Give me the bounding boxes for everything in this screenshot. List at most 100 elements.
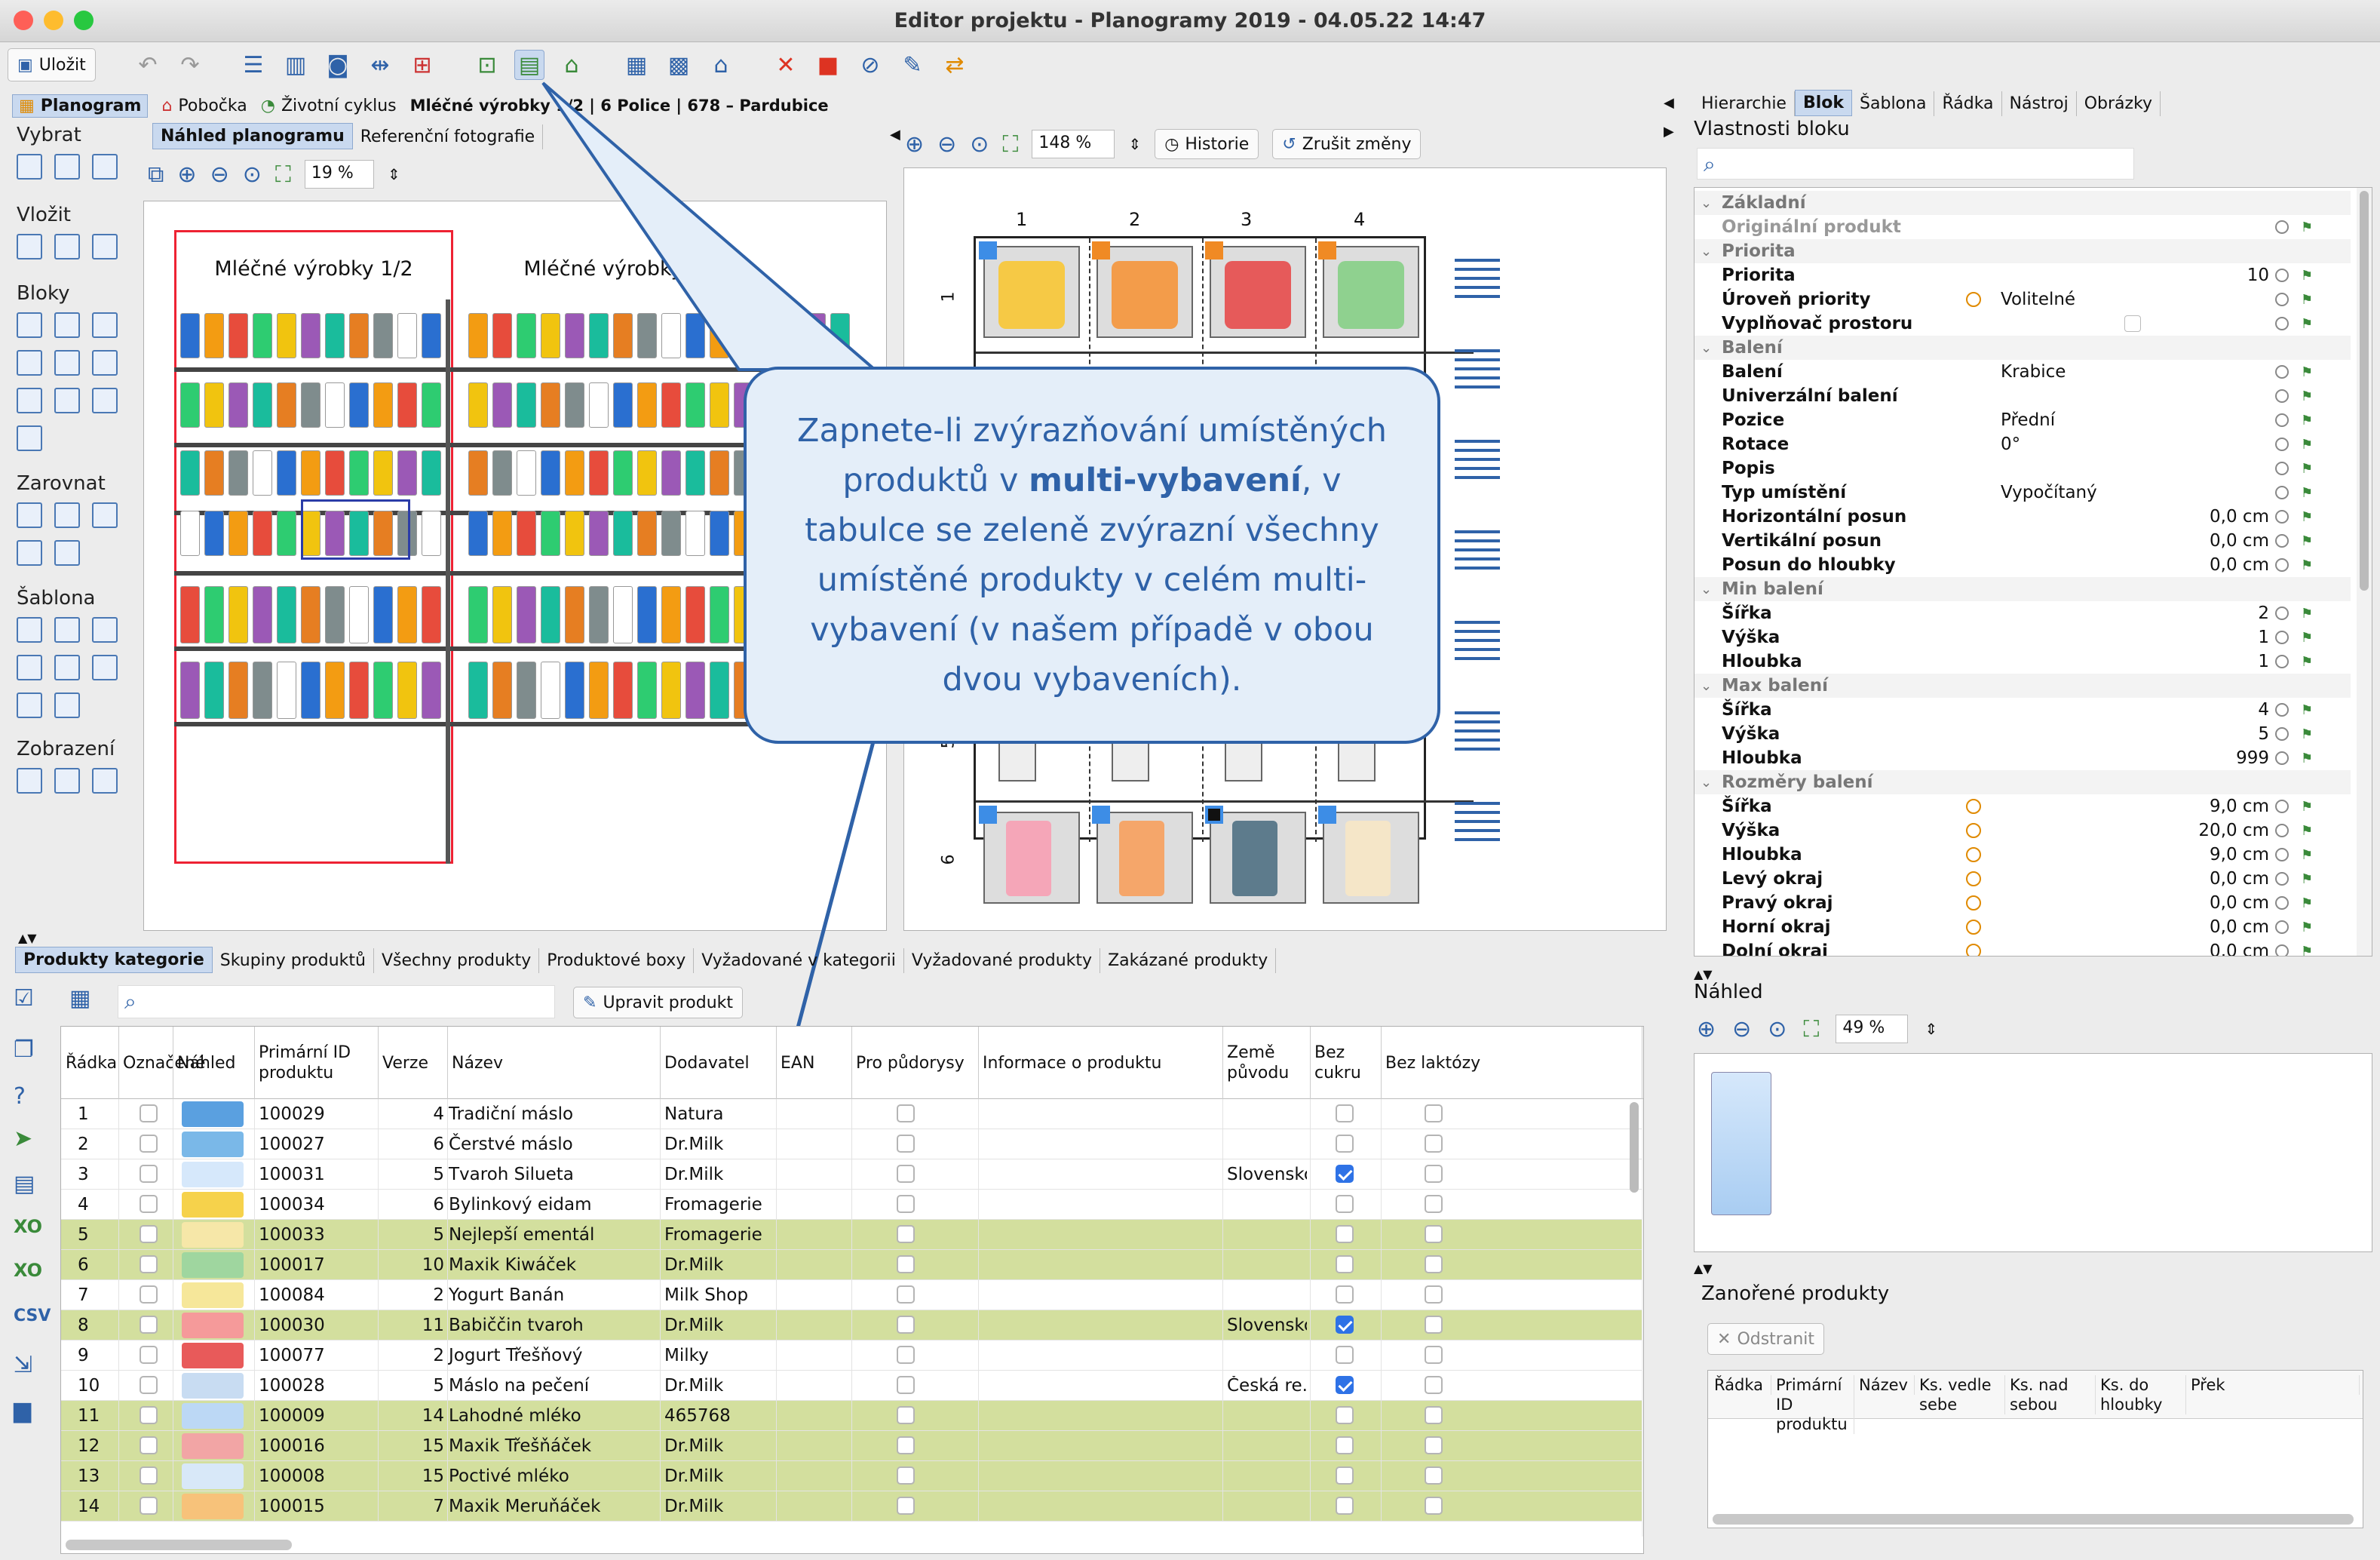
copy-icon[interactable]: ❐ — [14, 1036, 34, 1063]
reset-icon[interactable] — [2275, 848, 2289, 861]
marked-checkbox[interactable] — [140, 1225, 158, 1243]
reset-icon[interactable] — [2275, 824, 2289, 837]
zoom-in-icon[interactable]: ⊕ — [177, 161, 196, 188]
preview-panel-zoom[interactable]: 49 % — [1836, 1015, 1909, 1043]
preview-zoom-field[interactable]: 19 % — [304, 160, 374, 189]
nested-scrollbar[interactable] — [1713, 1514, 2354, 1525]
block-fit-icon[interactable] — [92, 350, 118, 376]
pin-icon[interactable]: ⚑ — [2301, 316, 2313, 332]
prop-value[interactable]: 0,0 cm — [2210, 531, 2269, 551]
table-row[interactable]: 3 100031 5 Tvaroh Silueta Dr.Milk Slovensko — [61, 1159, 1642, 1190]
distribute-v-icon[interactable] — [54, 540, 80, 566]
reset-icon[interactable] — [2275, 293, 2289, 306]
prop-value[interactable]: 0,0 cm — [2210, 917, 2269, 937]
zoom-reset-icon[interactable]: ⛶ — [275, 161, 291, 188]
multi-highlight-icon[interactable]: ▤ — [514, 50, 544, 80]
prop-value[interactable]: 0,0 cm — [2210, 507, 2269, 527]
sugar-free-checkbox[interactable] — [1336, 1135, 1354, 1153]
marked-checkbox[interactable] — [140, 1466, 158, 1485]
preview-zoom-out-icon[interactable]: ⊖ — [1732, 1016, 1751, 1043]
pin-icon[interactable]: ⚑ — [2301, 871, 2313, 887]
floorplan-checkbox[interactable] — [897, 1316, 915, 1334]
floorplan-checkbox[interactable] — [897, 1285, 915, 1304]
pin-icon[interactable]: ⚑ — [2301, 702, 2313, 718]
building-icon[interactable]: ⌂ — [706, 50, 736, 80]
pin-icon[interactable]: ⚑ — [2301, 895, 2313, 911]
prop-checkbox[interactable] — [2124, 315, 2141, 332]
tab-planogram-preview[interactable]: Náhled planogramu — [152, 123, 353, 149]
template-e-icon[interactable] — [54, 655, 80, 680]
pin-icon[interactable]: ⚑ — [2301, 413, 2313, 428]
cancel-changes-button[interactable]: ↺ Zrušit změny — [1272, 129, 1422, 159]
table-row[interactable]: 10 100028 5Máslo na pečení Dr.Milk Česká re.… — [61, 1371, 1642, 1401]
prop-value[interactable]: Volitelné — [2001, 290, 2075, 309]
reset-icon[interactable] — [2275, 365, 2289, 379]
zoom-fit-icon[interactable]: ⊙ — [243, 161, 262, 188]
reset-icon[interactable] — [2275, 389, 2289, 403]
reset-icon[interactable] — [2275, 606, 2289, 620]
reset-icon[interactable] — [2275, 896, 2289, 910]
prop-value[interactable]: 0° — [2001, 435, 2020, 454]
pin-icon[interactable]: ⚑ — [2301, 268, 2313, 284]
history-button[interactable]: ◷ Historie — [1155, 129, 1259, 159]
col-header-5[interactable]: Název — [452, 1033, 657, 1093]
reset-icon[interactable] — [2275, 510, 2289, 524]
props-search-input[interactable]: ⌕ — [1697, 148, 2134, 180]
group-collapse-icon[interactable]: ⌄ — [1701, 195, 1712, 211]
col-header-6[interactable]: Dodavatel — [664, 1033, 773, 1093]
tab-products-6[interactable]: Zakázané produkty — [1100, 948, 1277, 973]
pin-icon[interactable]: ⚑ — [2301, 461, 2313, 477]
lactose-free-checkbox[interactable] — [1425, 1104, 1443, 1122]
col-header-3[interactable]: Primární ID produktu — [259, 1033, 375, 1093]
csv-icon[interactable]: CSV — [14, 1307, 51, 1325]
tab-lifecycle[interactable]: ◔ Životní cyklus — [261, 97, 397, 115]
list-icon[interactable]: ▤ — [14, 1171, 35, 1197]
prop-value[interactable]: 5 — [2258, 724, 2269, 744]
marked-checkbox[interactable] — [140, 1346, 158, 1364]
block-move-icon[interactable] — [17, 388, 42, 413]
display-labels-icon[interactable] — [54, 768, 80, 794]
reset-icon[interactable] — [2275, 920, 2289, 934]
align-center-icon[interactable] — [54, 502, 80, 528]
template-d-icon[interactable] — [17, 655, 42, 680]
reset-icon[interactable] — [2275, 413, 2289, 427]
prop-value[interactable]: 2 — [2258, 603, 2269, 623]
chart-icon[interactable]: ⊡ — [472, 50, 502, 80]
collapse-left-icon[interactable]: ◀ — [890, 127, 900, 172]
block-rotate-icon[interactable] — [54, 350, 80, 376]
camera-icon[interactable]: ◙ — [323, 50, 353, 80]
floorplan-checkbox[interactable] — [897, 1104, 915, 1122]
lactose-free-checkbox[interactable] — [1425, 1165, 1443, 1183]
sugar-free-checkbox[interactable] — [1336, 1406, 1354, 1424]
sugar-free-checkbox[interactable] — [1336, 1346, 1354, 1364]
prop-value[interactable]: Přední — [2001, 410, 2055, 430]
floorplan-checkbox[interactable] — [897, 1135, 915, 1153]
display-list-icon[interactable] — [92, 768, 118, 794]
block-resize-icon[interactable] — [54, 312, 80, 338]
cursor-icon[interactable]: ➤ — [14, 1125, 32, 1152]
sugar-free-checkbox[interactable] — [1336, 1285, 1354, 1304]
pin-icon[interactable]: ⚑ — [2301, 509, 2313, 525]
pin-icon[interactable]: ⚑ — [2301, 847, 2313, 863]
marked-checkbox[interactable] — [140, 1406, 158, 1424]
floorplan-checkbox[interactable] — [897, 1195, 915, 1213]
pin-icon[interactable]: ⚑ — [2301, 292, 2313, 308]
reset-icon[interactable] — [2275, 631, 2289, 644]
reset-icon[interactable] — [2275, 703, 2289, 717]
grid-delete-icon[interactable]: ⊞ — [407, 50, 437, 80]
block-zoom-stepper-icon[interactable]: ⇕ — [1128, 135, 1141, 153]
block-layout-icon[interactable] — [17, 312, 42, 338]
rows-view-icon[interactable]: ☰ — [238, 50, 268, 80]
table-row[interactable]: 5 100033 5 Nejlepší ementál Fromagerie — [61, 1220, 1642, 1250]
table-row[interactable]: 12 100016 15 Maxik Třešňáček Dr.Milk — [61, 1431, 1642, 1461]
pin-icon[interactable]: ⚑ — [2301, 533, 2313, 549]
block-group-icon[interactable] — [17, 425, 42, 451]
marked-checkbox[interactable] — [140, 1436, 158, 1454]
import-icon[interactable]: ⇲ — [14, 1352, 32, 1378]
reset-icon[interactable] — [2275, 751, 2289, 765]
sugar-free-checkbox[interactable] — [1336, 1104, 1354, 1122]
tab-block[interactable]: Blok — [1794, 90, 1853, 116]
pin-icon[interactable]: ⚑ — [2301, 220, 2313, 235]
display-text-icon[interactable] — [17, 768, 42, 794]
reset-icon[interactable] — [2275, 872, 2289, 886]
